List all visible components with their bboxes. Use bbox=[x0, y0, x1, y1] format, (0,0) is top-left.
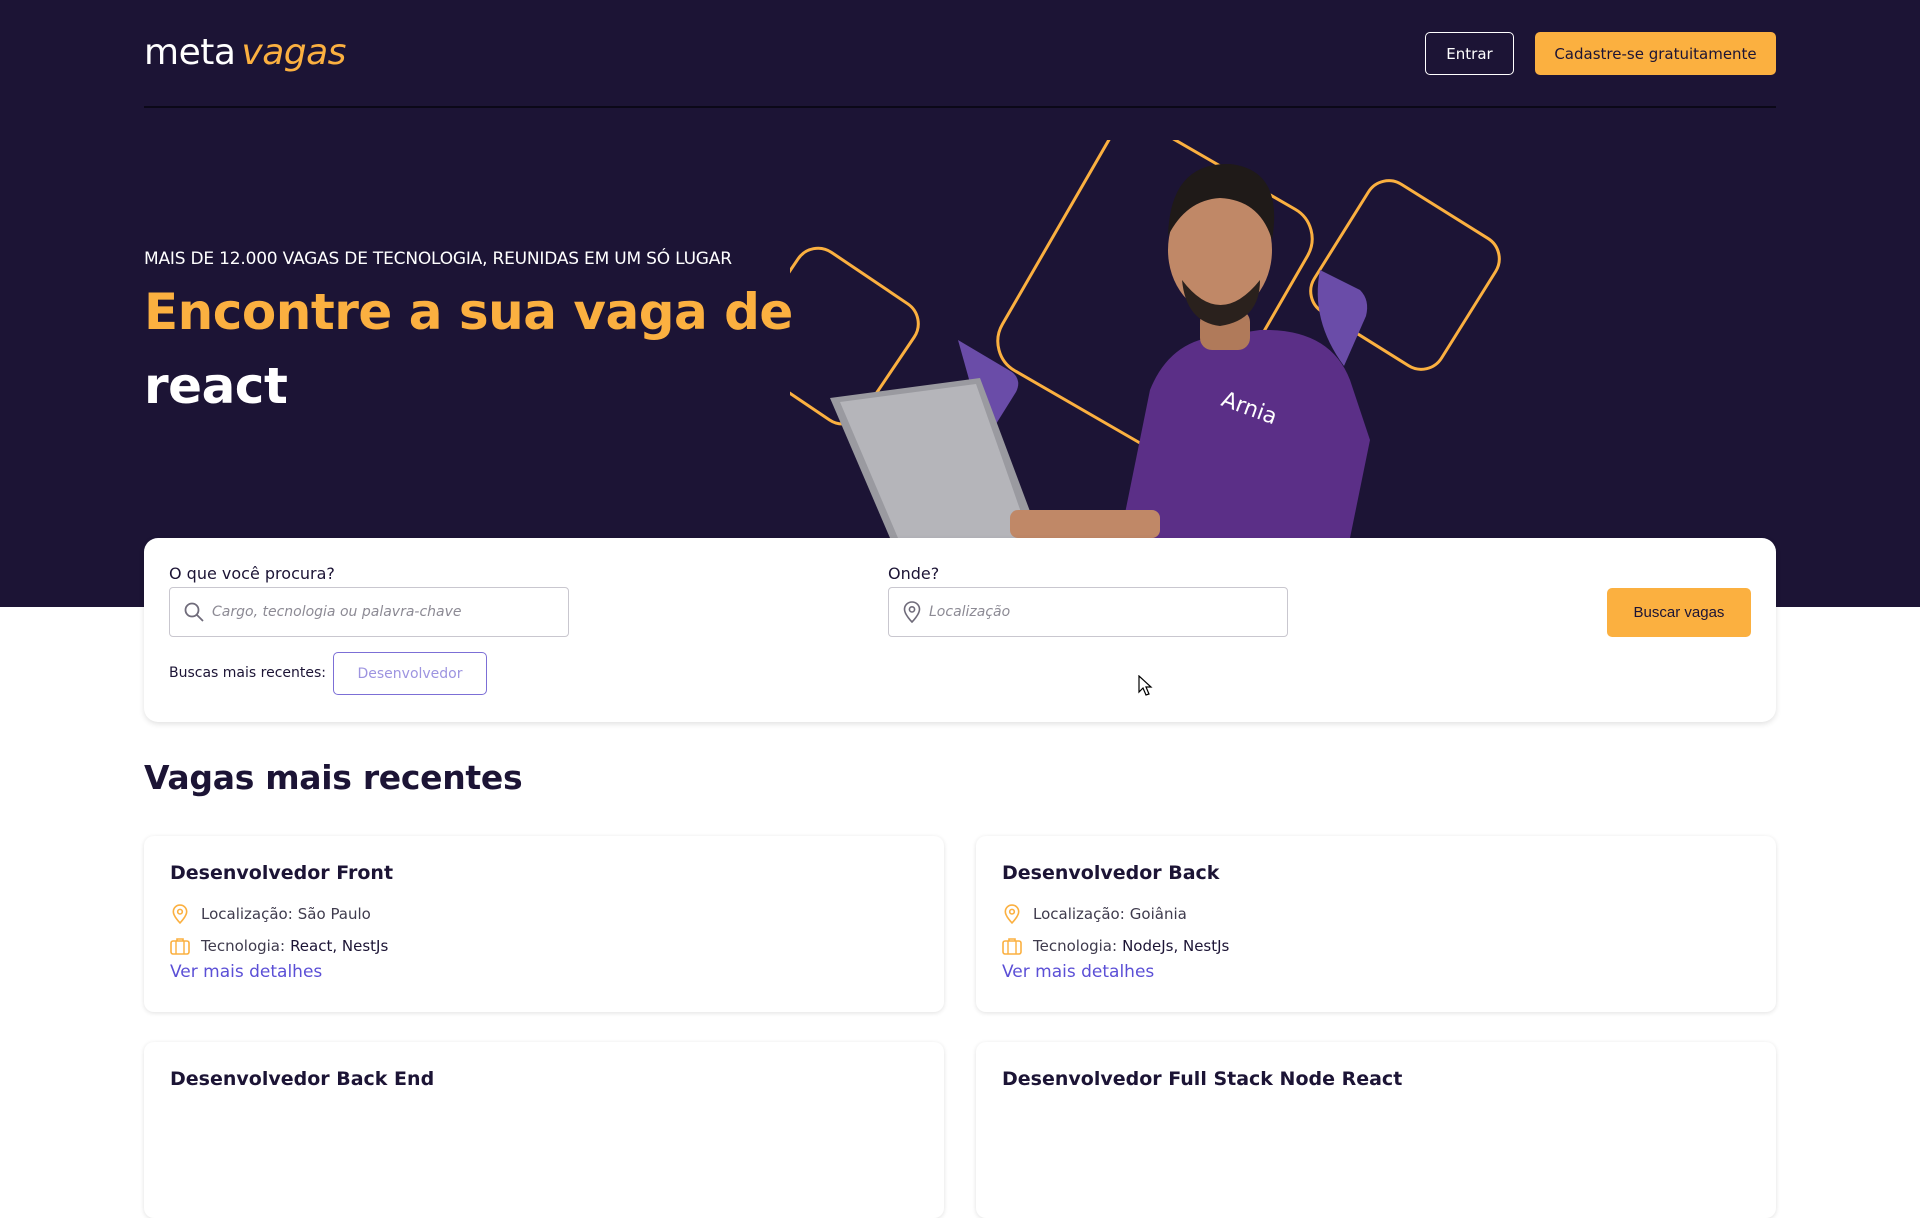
section-title: Vagas mais recentes bbox=[144, 758, 523, 797]
signup-button[interactable]: Cadastre-se gratuitamente bbox=[1535, 32, 1776, 75]
briefcase-icon bbox=[170, 936, 190, 956]
hero-keyword: react bbox=[144, 357, 288, 415]
site-header: meta vagas Entrar Cadastre-se gratuitamen… bbox=[144, 28, 1776, 108]
job-technology: Tecnologia: NodeJs, NestJs bbox=[1002, 936, 1229, 956]
search-button[interactable]: Buscar vagas bbox=[1607, 588, 1751, 637]
where-placeholder: Localização bbox=[929, 604, 1011, 620]
job-card[interactable]: Desenvolvedor Back Localização: Goiânia T… bbox=[976, 836, 1776, 1012]
hero-eyebrow: MAIS DE 12.000 VAGAS DE TECNOLOGIA, REUN… bbox=[144, 249, 732, 269]
job-card[interactable]: Desenvolvedor Full Stack Node React bbox=[976, 1042, 1776, 1218]
search-icon bbox=[184, 602, 204, 622]
hero-title: Encontre a sua vaga de react bbox=[144, 275, 793, 423]
login-button[interactable]: Entrar bbox=[1425, 32, 1514, 75]
mouse-cursor-icon bbox=[1138, 674, 1154, 701]
job-title: Desenvolvedor Full Stack Node React bbox=[1002, 1068, 1403, 1090]
what-placeholder: Cargo, tecnologia ou palavra-chave bbox=[212, 604, 462, 620]
hero-title-text: Encontre a sua vaga de bbox=[144, 283, 793, 341]
job-title: Desenvolvedor Back End bbox=[170, 1068, 435, 1090]
job-card[interactable]: Desenvolvedor Front Localização: São Paul… bbox=[144, 836, 944, 1012]
job-location: Localização: São Paulo bbox=[170, 904, 371, 924]
search-card: O que você procura? Cargo, tecnologia ou… bbox=[144, 538, 1776, 722]
job-details-link[interactable]: Ver mais detalhes bbox=[1002, 962, 1154, 982]
job-card[interactable]: Desenvolvedor Back End bbox=[144, 1042, 944, 1218]
logo[interactable]: meta vagas bbox=[144, 32, 346, 73]
job-title: Desenvolvedor Front bbox=[170, 862, 394, 884]
location-pin-icon bbox=[903, 601, 921, 623]
where-label: Onde? bbox=[888, 564, 940, 583]
person-illustration: Arnia bbox=[830, 163, 1370, 538]
recent-searches-label: Buscas mais recentes: bbox=[169, 665, 327, 681]
job-location: Localização: Goiânia bbox=[1002, 904, 1187, 924]
job-technology: Tecnologia: React, NestJs bbox=[170, 936, 388, 956]
job-title: Desenvolvedor Back bbox=[1002, 862, 1220, 884]
location-pin-icon bbox=[1002, 904, 1022, 924]
job-details-link[interactable]: Ver mais detalhes bbox=[170, 962, 322, 982]
location-pin-icon bbox=[170, 904, 190, 924]
hero-illustration: Arnia bbox=[790, 140, 1530, 538]
what-label: O que você procura? bbox=[169, 564, 335, 583]
briefcase-icon bbox=[1002, 936, 1022, 956]
recent-search-chip[interactable]: Desenvolvedor bbox=[333, 652, 487, 695]
where-input[interactable]: Localização bbox=[888, 587, 1288, 637]
what-input[interactable]: Cargo, tecnologia ou palavra-chave bbox=[169, 587, 569, 637]
